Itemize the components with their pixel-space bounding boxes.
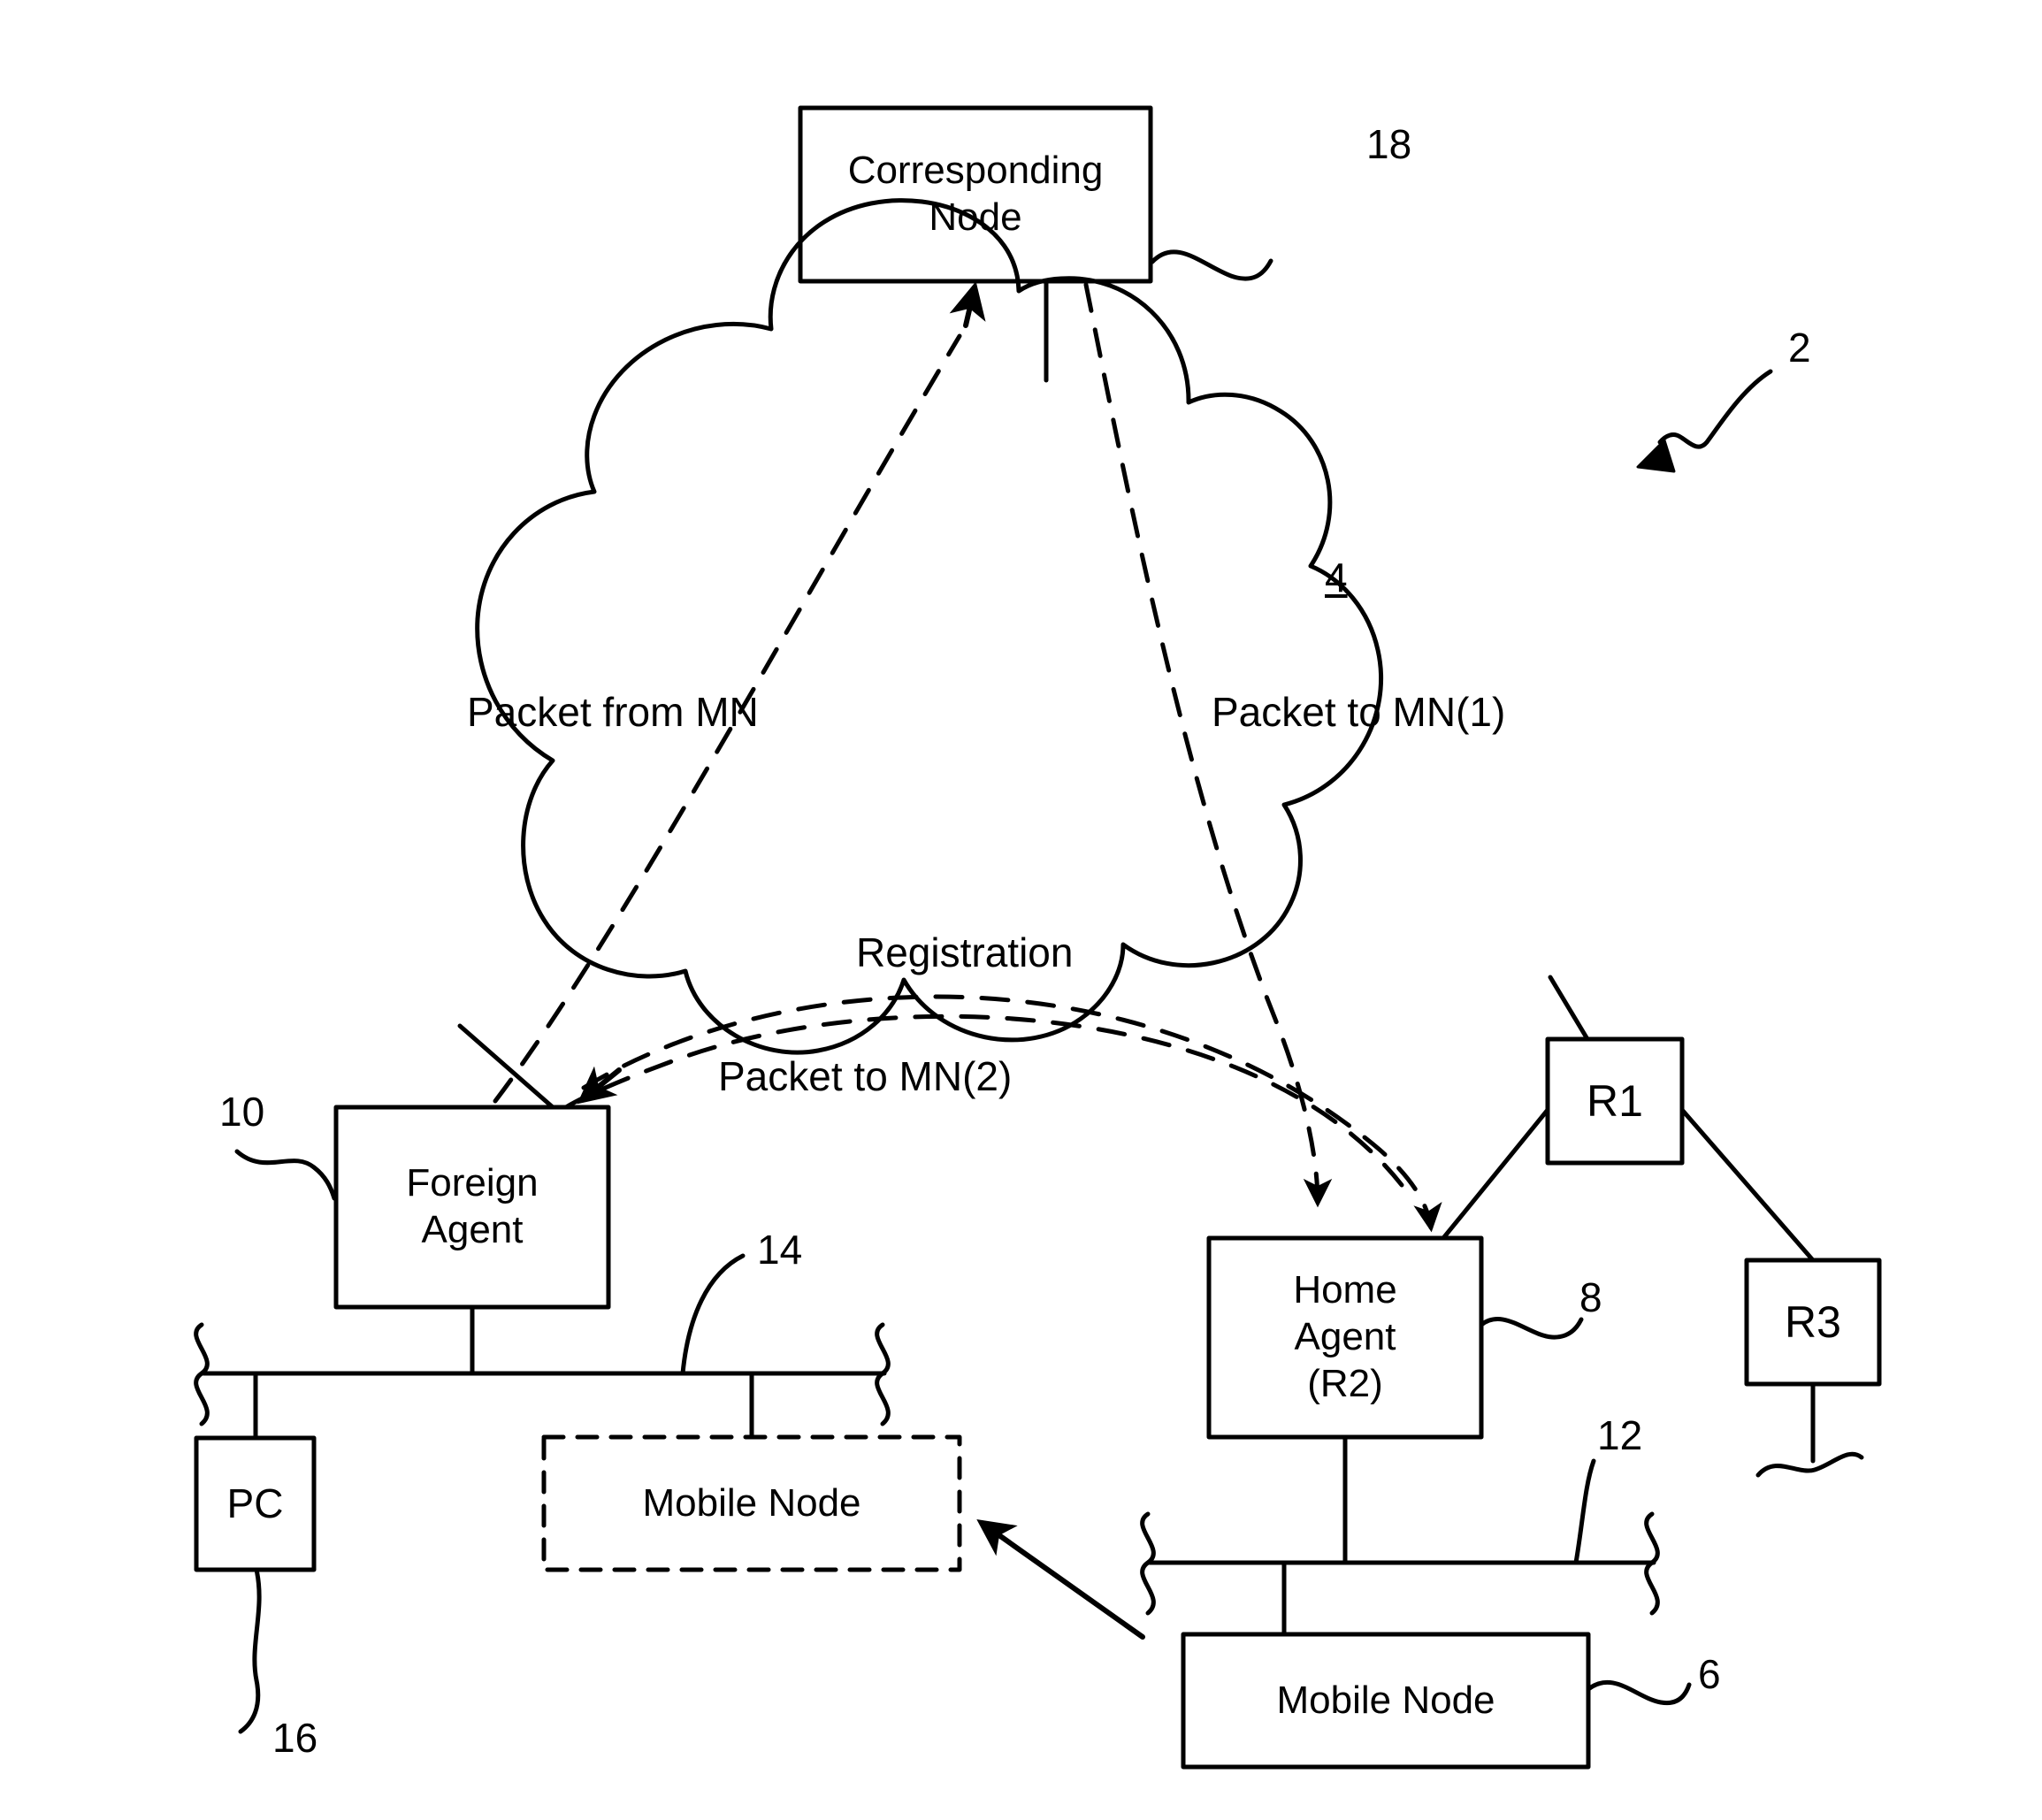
router-r1-label: R1 xyxy=(1548,1039,1682,1163)
mobile-node-dashed-label: Mobile Node xyxy=(544,1437,960,1570)
cloud-to-foreign-agent-link xyxy=(457,1023,555,1110)
ref-2-leader xyxy=(1657,369,1773,449)
home-agent-label-line2: Agent xyxy=(1294,1315,1396,1359)
mobile-node-solid-label: Mobile Node xyxy=(1183,1634,1588,1767)
ref-8-leader xyxy=(1479,1317,1584,1340)
foreign-agent-label-line1: Foreign xyxy=(406,1161,539,1205)
flow-label-packet-to-mn-2: Packet to MN(2) xyxy=(718,1053,1013,1099)
mobile-node-dashed-label-text: Mobile Node xyxy=(642,1480,861,1525)
home-agent-label: Home Agent (R2) xyxy=(1209,1238,1481,1437)
flow-registration-path xyxy=(581,994,1442,1233)
mobile-node-solid-label-text: Mobile Node xyxy=(1276,1678,1495,1722)
r1-to-r3-link xyxy=(1679,1107,1816,1263)
flow-label-packet-to-mn-1: Packet to MN(1) xyxy=(1212,689,1506,735)
ref-16: 16 xyxy=(272,1715,318,1761)
ref-14-leader xyxy=(680,1253,746,1376)
ref-4-cloud: 4 xyxy=(1325,554,1348,600)
corresponding-node-label: Corresponding Node xyxy=(800,108,1151,281)
corresponding-node-label-line2: Node xyxy=(929,195,1022,239)
r3-network-terminator xyxy=(1755,1451,1864,1478)
home-agent-label-line3: (R2) xyxy=(1307,1361,1383,1405)
home-bus-right-terminator xyxy=(1644,1511,1660,1616)
ref-2-arrowhead xyxy=(1636,439,1676,473)
router-r1-label-text: R1 xyxy=(1587,1076,1643,1126)
ref-2: 2 xyxy=(1788,325,1811,371)
flow-packet-to-mn-1-path xyxy=(1083,282,1333,1208)
foreign-agent-label-line2: Agent xyxy=(421,1208,524,1251)
foreign-bus-right-terminator xyxy=(875,1322,891,1426)
foreign-agent-label: Foreign Agent xyxy=(336,1107,608,1307)
ref-14: 14 xyxy=(757,1227,803,1273)
home-agent-label-line1: Home xyxy=(1293,1268,1397,1312)
ref-10-leader xyxy=(234,1149,337,1201)
ref-16-leader xyxy=(238,1567,262,1734)
ref-12-leader xyxy=(1573,1458,1596,1565)
router-r3-label: R3 xyxy=(1747,1260,1879,1384)
ref-18: 18 xyxy=(1366,121,1412,167)
ref-6-leader xyxy=(1586,1679,1692,1706)
figure-canvas: Corresponding Node 18 2 4 Packet from MN… xyxy=(0,0,2042,1820)
flow-label-packet-from-mn: Packet from MN xyxy=(467,689,759,735)
flow-packet-from-mn-arrow xyxy=(949,281,986,328)
flow-label-registration: Registration xyxy=(856,929,1074,975)
ref-10: 10 xyxy=(219,1089,265,1135)
router-r3-label-text: R3 xyxy=(1785,1297,1841,1347)
ref-18-leader xyxy=(1150,249,1273,281)
pc-label: PC xyxy=(196,1438,314,1570)
flow-packet-to-mn-2-path xyxy=(563,1013,1404,1188)
corresponding-node-label-line1: Corresponding xyxy=(847,149,1104,193)
pc-label-text: PC xyxy=(226,1480,284,1526)
ref-6: 6 xyxy=(1698,1651,1721,1697)
ref-8: 8 xyxy=(1579,1274,1602,1320)
r1-to-cloud-link xyxy=(1548,975,1590,1042)
ref-12: 12 xyxy=(1597,1412,1643,1458)
mobile-node-move-arrow xyxy=(976,1518,1145,1640)
r1-to-home-agent-link xyxy=(1441,1107,1550,1241)
